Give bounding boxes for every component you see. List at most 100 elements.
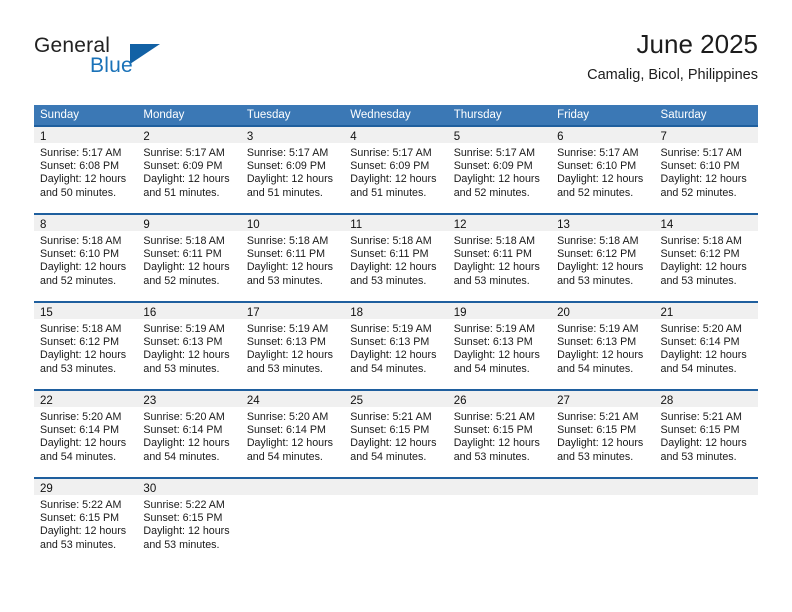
day-cell[interactable]: 16 Sunrise: 5:19 AM Sunset: 6:13 PM Dayl… [137, 303, 241, 389]
day-cell[interactable]: 11 Sunrise: 5:18 AM Sunset: 6:11 PM Dayl… [344, 215, 448, 301]
sunset-text: Sunset: 6:13 PM [453, 336, 533, 349]
daylight-text-line1: Daylight: 12 hours [350, 173, 437, 186]
day-body: Sunrise: 5:19 AM Sunset: 6:13 PM Dayligh… [137, 319, 240, 376]
day-number-band: 10 [240, 215, 345, 231]
day-number-band: 24 [240, 391, 345, 407]
day-body: Sunrise: 5:21 AM Sunset: 6:15 PM Dayligh… [551, 407, 654, 464]
day-cell[interactable]: 24 Sunrise: 5:20 AM Sunset: 6:14 PM Dayl… [240, 391, 345, 477]
day-number-band: 16 [137, 303, 241, 319]
day-cell[interactable]: 21 Sunrise: 5:20 AM Sunset: 6:14 PM Dayl… [654, 303, 758, 389]
day-body: Sunrise: 5:17 AM Sunset: 6:08 PM Dayligh… [34, 143, 137, 200]
weekday-header-saturday: Saturday [660, 109, 707, 121]
day-cell[interactable]: 8 Sunrise: 5:18 AM Sunset: 6:10 PM Dayli… [34, 215, 138, 301]
day-cell[interactable]: 30 Sunrise: 5:22 AM Sunset: 6:15 PM Dayl… [137, 479, 241, 567]
day-cell[interactable]: 10 Sunrise: 5:18 AM Sunset: 6:11 PM Dayl… [240, 215, 345, 301]
day-body: Sunrise: 5:18 AM Sunset: 6:11 PM Dayligh… [344, 231, 447, 288]
day-number: 21 [660, 307, 674, 319]
sunrise-text: Sunrise: 5:18 AM [40, 323, 122, 335]
sunrise-text: Sunrise: 5:18 AM [40, 235, 122, 247]
day-body: Sunrise: 5:19 AM Sunset: 6:13 PM Dayligh… [344, 319, 447, 376]
day-cell[interactable]: 4 Sunrise: 5:17 AM Sunset: 6:09 PM Dayli… [344, 127, 448, 213]
daylight-text-line1: Daylight: 12 hours [453, 261, 540, 274]
day-cell[interactable]: 27 Sunrise: 5:21 AM Sunset: 6:15 PM Dayl… [551, 391, 655, 477]
day-cell[interactable]: 7 Sunrise: 5:17 AM Sunset: 6:10 PM Dayli… [654, 127, 758, 213]
day-number-band: 11 [344, 215, 448, 231]
day-cell[interactable]: 25 Sunrise: 5:21 AM Sunset: 6:15 PM Dayl… [344, 391, 448, 477]
sunset-text: Sunset: 6:14 PM [660, 336, 740, 349]
day-number: 2 [143, 131, 150, 143]
day-body: Sunrise: 5:18 AM Sunset: 6:11 PM Dayligh… [241, 231, 344, 288]
day-cell[interactable]: 28 Sunrise: 5:21 AM Sunset: 6:15 PM Dayl… [654, 391, 758, 477]
day-number-band: 1 [34, 127, 138, 143]
day-number: 26 [453, 395, 467, 407]
daylight-text-line1: Daylight: 12 hours [246, 261, 333, 274]
daylight-text-line1: Daylight: 12 hours [40, 437, 127, 450]
day-body: Sunrise: 5:21 AM Sunset: 6:15 PM Dayligh… [344, 407, 447, 464]
sunrise-text: Sunrise: 5:22 AM [143, 499, 225, 511]
sunrise-text: Sunrise: 5:20 AM [246, 411, 329, 423]
sunrise-text: Sunrise: 5:19 AM [350, 323, 432, 335]
day-cell[interactable]: 6 Sunrise: 5:17 AM Sunset: 6:10 PM Dayli… [551, 127, 655, 213]
day-cell-empty [447, 479, 552, 567]
day-cell[interactable]: 12 Sunrise: 5:18 AM Sunset: 6:11 PM Dayl… [447, 215, 552, 301]
daylight-text-line1: Daylight: 12 hours [557, 261, 644, 274]
day-number: 14 [660, 219, 674, 231]
day-cell[interactable]: 14 Sunrise: 5:18 AM Sunset: 6:12 PM Dayl… [654, 215, 758, 301]
page-title: June 2025 [636, 29, 758, 59]
daylight-text-line1: Daylight: 12 hours [660, 437, 747, 450]
day-cell[interactable]: 19 Sunrise: 5:19 AM Sunset: 6:13 PM Dayl… [447, 303, 552, 389]
day-number-band: 28 [654, 391, 758, 407]
day-cell[interactable]: 15 Sunrise: 5:18 AM Sunset: 6:12 PM Dayl… [34, 303, 138, 389]
day-number: 11 [350, 219, 363, 231]
day-cell[interactable]: 29 Sunrise: 5:22 AM Sunset: 6:15 PM Dayl… [34, 479, 138, 567]
daylight-text-line1: Daylight: 12 hours [40, 173, 127, 186]
day-number: 10 [246, 219, 260, 231]
day-number: 5 [453, 131, 461, 143]
day-cell-empty [240, 479, 345, 567]
day-number-band: 9 [137, 215, 241, 231]
daylight-text-line1: Daylight: 12 hours [143, 261, 230, 274]
day-cell[interactable]: 2 Sunrise: 5:17 AM Sunset: 6:09 PM Dayli… [137, 127, 241, 213]
day-number: 15 [40, 307, 53, 319]
day-number-band [654, 479, 758, 495]
day-cell[interactable]: 1 Sunrise: 5:17 AM Sunset: 6:08 PM Dayli… [34, 127, 138, 213]
day-cell[interactable]: 17 Sunrise: 5:19 AM Sunset: 6:13 PM Dayl… [240, 303, 345, 389]
daylight-text-line1: Daylight: 12 hours [557, 173, 644, 186]
weekday-header-row: Sunday Monday Tuesday Wednesday Thursday… [34, 105, 758, 125]
day-cell[interactable]: 5 Sunrise: 5:17 AM Sunset: 6:09 PM Dayli… [447, 127, 552, 213]
day-cell[interactable]: 22 Sunrise: 5:20 AM Sunset: 6:14 PM Dayl… [34, 391, 138, 477]
day-cell-empty [344, 479, 448, 567]
day-cell[interactable]: 3 Sunrise: 5:17 AM Sunset: 6:09 PM Dayli… [240, 127, 345, 213]
day-number-band: 2 [137, 127, 241, 143]
day-number-band [551, 479, 655, 495]
calendar-week-row: 1 Sunrise: 5:17 AM Sunset: 6:08 PM Dayli… [34, 125, 758, 213]
day-number-band: 12 [447, 215, 552, 231]
day-cell[interactable]: 13 Sunrise: 5:18 AM Sunset: 6:12 PM Dayl… [551, 215, 655, 301]
day-cell-empty [654, 479, 758, 567]
day-cell[interactable]: 23 Sunrise: 5:20 AM Sunset: 6:14 PM Dayl… [137, 391, 241, 477]
general-blue-logo[interactable]: General Blue [34, 34, 234, 90]
daylight-text-line2: and 53 minutes. [40, 538, 117, 551]
weekday-header-friday: Friday [557, 109, 590, 121]
day-number: 13 [557, 219, 570, 231]
day-cell[interactable]: 18 Sunrise: 5:19 AM Sunset: 6:13 PM Dayl… [344, 303, 448, 389]
day-number-band: 25 [344, 391, 448, 407]
sunset-text: Sunset: 6:08 PM [40, 160, 120, 173]
daylight-text-line1: Daylight: 12 hours [40, 349, 127, 362]
day-number-band: 19 [447, 303, 552, 319]
day-number: 19 [453, 307, 467, 319]
daylight-text-line2: and 53 minutes. [40, 362, 117, 375]
sunset-text: Sunset: 6:09 PM [246, 160, 326, 173]
daylight-text-line1: Daylight: 12 hours [660, 173, 747, 186]
sunrise-text: Sunrise: 5:18 AM [143, 235, 225, 247]
day-cell[interactable]: 9 Sunrise: 5:18 AM Sunset: 6:11 PM Dayli… [137, 215, 241, 301]
day-number-band: 27 [551, 391, 655, 407]
day-cell[interactable]: 20 Sunrise: 5:19 AM Sunset: 6:13 PM Dayl… [551, 303, 655, 389]
weekday-header-thursday: Thursday [453, 109, 502, 121]
sunrise-text: Sunrise: 5:20 AM [40, 411, 122, 423]
day-number-band: 21 [654, 303, 758, 319]
sunrise-text: Sunrise: 5:17 AM [40, 147, 122, 159]
day-body: Sunrise: 5:21 AM Sunset: 6:15 PM Dayligh… [655, 407, 758, 464]
day-cell[interactable]: 26 Sunrise: 5:21 AM Sunset: 6:15 PM Dayl… [447, 391, 552, 477]
day-number-band: 3 [240, 127, 345, 143]
